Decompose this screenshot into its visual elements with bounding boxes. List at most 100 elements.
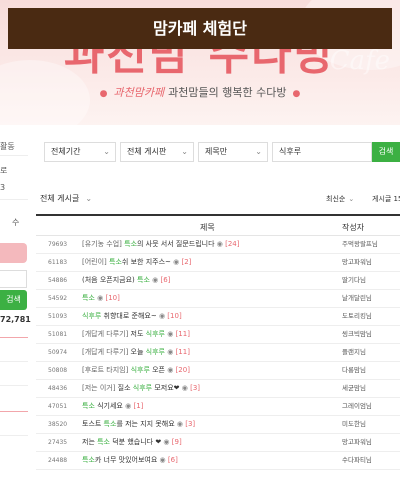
banner-subtitle: 과천맘들의 행복한 수다방	[168, 86, 287, 99]
board-select[interactable]: 전체 게시판 ⌄	[120, 142, 194, 162]
image-icon: ◉	[156, 312, 166, 320]
post-title[interactable]: 저는 특소 덕분 했습니다 ❤ ◉ [9]	[82, 434, 332, 451]
post-title[interactable]: 특소카 너무 맛있어보여요 ◉ [6]	[82, 452, 332, 469]
table-row[interactable]: 50974 [개답게 다루기] 오늘 식후루 ◉ [11] 플랜지님	[36, 344, 400, 362]
table-row[interactable]: 48436 [저는 이거] 질소 식후루 모저요❤ ◉ [3] 세균맘님	[36, 380, 400, 398]
post-number: 79693	[48, 241, 68, 248]
sort-select[interactable]: 최신순 ⌄	[326, 191, 366, 207]
page-title: 맘카페 체험단	[8, 8, 392, 49]
comment-count: [20]	[173, 366, 190, 374]
column-header-author: 작성자	[342, 223, 365, 232]
divider	[0, 435, 28, 436]
post-title[interactable]: 특소 식기세요 ◉ [1]	[82, 398, 332, 415]
comment-count: [6]	[158, 276, 171, 284]
table-row[interactable]: 54592 특소 ◉ [10] 날개달린님	[36, 290, 400, 308]
comment-count: [10]	[165, 312, 182, 320]
table-row[interactable]: 24488 특소카 너무 맛있어보여요 ◉ [6] 수다파티님	[36, 452, 400, 470]
table-row[interactable]: 50808 [후로트 타지임] 식후루 오픈 ◉ [20] 다롱맘님	[36, 362, 400, 380]
member-count: 72,781	[0, 315, 31, 324]
post-author[interactable]: 딸기다님	[342, 272, 400, 289]
post-title[interactable]: [개답게 다루기] 저도 식후루 ◉ [11]	[82, 326, 332, 343]
period-select[interactable]: 전체기간 ⌄	[44, 142, 116, 162]
table-row[interactable]: 79693 [유기농 수업] 특소의 사뭇 서서 질문드립니다 ◉ [24] 주…	[36, 236, 400, 254]
search-button[interactable]: 검색	[372, 142, 400, 162]
post-list: 79693 [유기농 수업] 특소의 사뭇 서서 질문드립니다 ◉ [24] 주…	[36, 236, 400, 470]
bullet-icon: ●	[99, 89, 108, 99]
divider	[0, 337, 28, 338]
image-icon: ◉	[174, 420, 183, 428]
chevron-down-icon: ⌄	[85, 194, 93, 203]
post-author[interactable]: 세균맘님	[342, 380, 400, 397]
post-author[interactable]: 다롱맘님	[342, 362, 400, 379]
image-icon: ◉	[214, 240, 223, 248]
perpage-select[interactable]: 게시글 15개	[372, 191, 400, 207]
chevron-down-icon: ⌄	[255, 147, 262, 156]
divider	[0, 199, 28, 200]
search-type-select[interactable]: 제목만 ⌄	[198, 142, 268, 162]
post-author[interactable]: 씽크빅맘님	[342, 326, 400, 343]
post-number: 50808	[48, 367, 68, 374]
post-author[interactable]: 그레이엄님	[342, 398, 400, 415]
cafe-name-script: 과천맘카페	[113, 86, 165, 99]
post-title[interactable]: [유기농 수업] 특소의 사뭇 서서 질문드립니다 ◉ [24]	[82, 236, 332, 253]
comment-count: [9]	[169, 438, 182, 446]
table-row[interactable]: 54886 (처음 오픈지금요) 특소 ◉ [6] 딸기다님	[36, 272, 400, 290]
period-select-value: 전체기간	[51, 147, 81, 156]
image-icon: ◉	[161, 438, 170, 446]
post-title[interactable]: 식후루 취향대로 준해요~ ◉ [10]	[82, 308, 332, 325]
table-row[interactable]: 51081 [개답게 다루기] 저도 식후루 ◉ [11] 씽크빅맘님	[36, 326, 400, 344]
post-author[interactable]: 플랜지님	[342, 344, 400, 361]
sidebar-fragment[interactable]: 로	[0, 165, 7, 176]
image-icon: ◉	[157, 456, 166, 464]
sidebar-search-button[interactable]: 검색	[0, 290, 27, 310]
table-row[interactable]: 27435 저는 특소 덕분 했습니다 ❤ ◉ [9] 망고파워님	[36, 434, 400, 452]
table-row[interactable]: 38520 토스트 특소를 저는 지지 못해요 ◉ [3] 미도한님	[36, 416, 400, 434]
post-title[interactable]: [개답게 다루기] 오늘 식후루 ◉ [11]	[82, 344, 332, 361]
post-number: 61183	[48, 259, 68, 266]
sidebar-fragment: 활동	[0, 142, 15, 151]
post-title[interactable]: [어린이] 특소쉬 보한 지주스~ ◉ [2]	[82, 254, 332, 271]
category-select-value: 전체 게시글	[40, 194, 80, 203]
post-title[interactable]: [저는 이거] 질소 식후루 모저요❤ ◉ [3]	[82, 380, 332, 397]
chevron-down-icon: ⌄	[348, 195, 355, 203]
post-author[interactable]: 주먹왕랄프님	[342, 236, 400, 253]
column-header-title: 제목	[200, 223, 215, 232]
table-header: 제목 작성자	[36, 214, 400, 236]
comment-count: [3]	[182, 420, 196, 428]
divider	[0, 361, 28, 362]
sidebar-fragment[interactable]: 수	[12, 217, 19, 228]
post-author[interactable]: 망고파워님	[342, 434, 400, 451]
banner-script-text: Cafe	[329, 46, 390, 76]
category-select[interactable]: 전체 게시글 ⌄	[40, 191, 100, 207]
table-row[interactable]: 47051 특소 식기세요 ◉ [1] 그레이엄님	[36, 398, 400, 416]
post-author[interactable]: 날개달린님	[342, 290, 400, 307]
post-number: 51093	[48, 313, 68, 320]
post-title[interactable]: [후로트 타지임] 식후루 오픈 ◉ [20]	[82, 362, 332, 379]
sidebar-search-input[interactable]	[0, 270, 27, 288]
table-row[interactable]: 61183 [어린이] 특소쉬 보한 지주스~ ◉ [2] 망고파워님	[36, 254, 400, 272]
post-number: 47051	[48, 403, 68, 410]
post-title[interactable]: (처음 오픈지금요) 특소 ◉ [6]	[82, 272, 332, 289]
post-author[interactable]: 미도한님	[342, 416, 400, 433]
write-button[interactable]	[0, 243, 27, 263]
image-icon: ◉	[179, 384, 188, 392]
bullet-icon: ●	[292, 89, 301, 99]
post-author[interactable]: 도토리킹님	[342, 308, 400, 325]
search-input[interactable]: 식후루	[272, 142, 372, 162]
post-number: 50974	[48, 349, 68, 356]
post-title[interactable]: 특소 ◉ [10]	[82, 290, 332, 307]
post-number: 54592	[48, 295, 68, 302]
sort-select-value: 최신순	[326, 195, 346, 203]
comment-count: [24]	[222, 240, 240, 248]
comment-count: [6]	[165, 456, 178, 464]
chevron-down-icon: ⌄	[103, 147, 110, 156]
post-author[interactable]: 수다파티님	[342, 452, 400, 469]
post-author[interactable]: 망고파워님	[342, 254, 400, 271]
chevron-down-icon: ⌄	[181, 147, 188, 156]
post-number: 38520	[48, 421, 68, 428]
post-number: 24488	[48, 457, 68, 464]
post-title[interactable]: 토스트 특소를 저는 지지 못해요 ◉ [3]	[82, 416, 332, 433]
board-select-value: 전체 게시판	[127, 147, 167, 156]
divider	[0, 155, 28, 156]
table-row[interactable]: 51093 식후루 취향대로 준해요~ ◉ [10] 도토리킹님	[36, 308, 400, 326]
